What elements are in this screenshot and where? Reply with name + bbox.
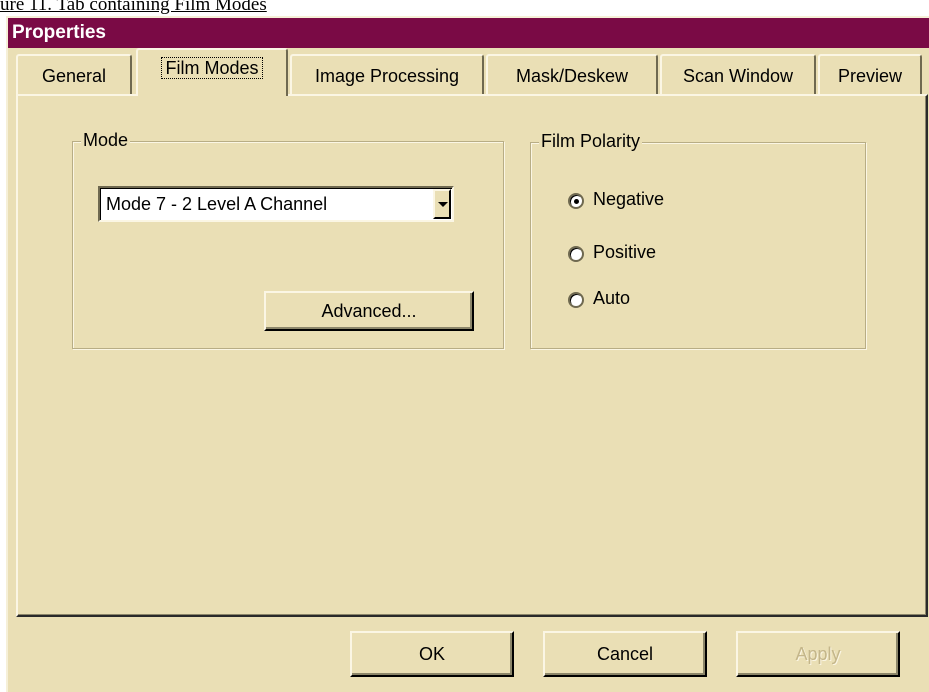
tab-general[interactable]: General (16, 54, 132, 94)
radio-button-checked[interactable] (568, 193, 584, 209)
radio-label: Negative (593, 189, 665, 209)
tab-label: Image Processing (314, 66, 460, 86)
radio-label: Auto (593, 288, 631, 308)
radio-button[interactable] (568, 246, 584, 262)
mode-select[interactable]: Mode 7 - 2 Level A Channel (98, 186, 454, 222)
film-polarity-group: Film Polarity Negative Positive Auto (530, 131, 866, 349)
tab-mask-deskew[interactable]: Mask/Deskew (486, 54, 658, 94)
mode-group-legend: Mode (81, 130, 131, 151)
tab-preview[interactable]: Preview (818, 54, 922, 94)
film-polarity-legend: Film Polarity (539, 131, 643, 152)
tab-label: Film Modes (161, 57, 263, 79)
tab-film-modes[interactable]: Film Modes (136, 48, 288, 96)
dialog-title: Properties (8, 18, 929, 48)
film-modes-panel: Mode Mode 7 - 2 Level A Channel Advanced… (16, 94, 928, 617)
chevron-down-icon[interactable] (433, 189, 451, 219)
radio-button[interactable] (568, 292, 584, 308)
tab-label: Scan Window (682, 66, 794, 86)
radio-label: Positive (593, 242, 657, 262)
cancel-button[interactable]: Cancel (543, 631, 707, 677)
tab-label: General (41, 66, 107, 86)
apply-button[interactable]: Apply (736, 631, 900, 677)
tab-image-processing[interactable]: Image Processing (290, 54, 484, 94)
tab-label: Mask/Deskew (515, 66, 629, 86)
tab-scan-window[interactable]: Scan Window (660, 54, 816, 94)
advanced-button[interactable]: Advanced... (264, 291, 474, 331)
mode-group: Mode Mode 7 - 2 Level A Channel Advanced… (72, 130, 504, 349)
properties-dialog: Properties General Film Modes Image Proc… (6, 16, 929, 692)
document-caption: ure 11. Tab containing Film Modes (0, 0, 267, 15)
mode-select-value: Mode 7 - 2 Level A Channel (106, 194, 328, 214)
ok-button[interactable]: OK (350, 631, 514, 677)
tab-label: Preview (837, 66, 903, 86)
